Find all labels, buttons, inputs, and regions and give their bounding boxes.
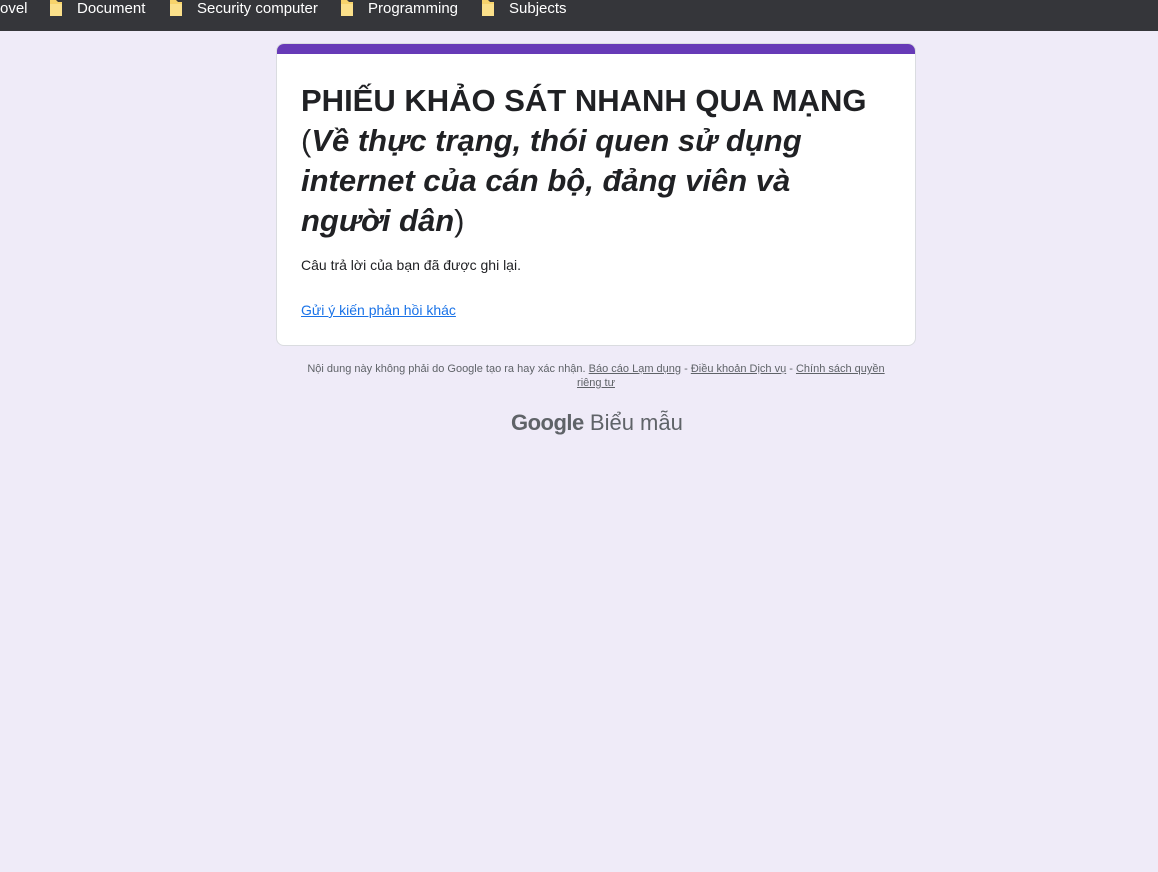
bookmarks-bar: ovel Document Security computer Programm… (0, 0, 1158, 31)
form-accent-bar (277, 44, 915, 54)
separator: - (681, 363, 691, 375)
brand-google: Google (511, 410, 584, 435)
brand-product: Biểu mẫu (589, 410, 683, 435)
disclaimer-text: Nội dung này không phải do Google tạo ra… (307, 363, 586, 375)
separator: - (786, 363, 796, 375)
form-title-open-paren: ( (301, 123, 312, 158)
folder-icon (50, 0, 62, 16)
form-title-main: PHIẾU KHẢO SÁT NHANH QUA MẠNG (301, 83, 867, 118)
terms-of-service-link[interactable]: Điều khoản Dịch vụ (691, 363, 786, 375)
bookmark-label: Subjects (509, 0, 567, 17)
bookmark-ovel[interactable]: ovel (0, 0, 28, 17)
bookmark-document[interactable]: Document (49, 0, 145, 17)
form-title-subtitle: Về thực trạng, thói quen sử dụng interne… (301, 123, 802, 238)
bookmark-subjects[interactable]: Subjects (481, 0, 567, 17)
footer-disclaimer: Nội dung này không phải do Google tạo ra… (296, 362, 896, 390)
bookmark-label: Security computer (197, 0, 318, 17)
form-title-close-paren: ) (454, 203, 465, 238)
form-title: PHIẾU KHẢO SÁT NHANH QUA MẠNG (Về thực t… (301, 81, 881, 241)
bookmark-programming[interactable]: Programming (340, 0, 458, 17)
folder-icon (482, 0, 494, 16)
form-confirmation-card: PHIẾU KHẢO SÁT NHANH QUA MẠNG (Về thực t… (276, 43, 916, 346)
bookmark-label: ovel (0, 0, 28, 17)
bookmark-security-computer[interactable]: Security computer (169, 0, 318, 17)
confirmation-message: Câu trả lời của bạn đã được ghi lại. (301, 257, 521, 273)
report-abuse-link[interactable]: Báo cáo Lạm dụng (589, 363, 681, 375)
submit-another-response-link[interactable]: Gửi ý kiến phản hồi khác (301, 302, 456, 318)
folder-icon (170, 0, 182, 16)
folder-icon (341, 0, 353, 16)
bookmark-label: Document (77, 0, 146, 17)
google-forms-logo[interactable]: Google Biểu mẫu (511, 410, 683, 436)
bookmark-label: Programming (368, 0, 459, 17)
